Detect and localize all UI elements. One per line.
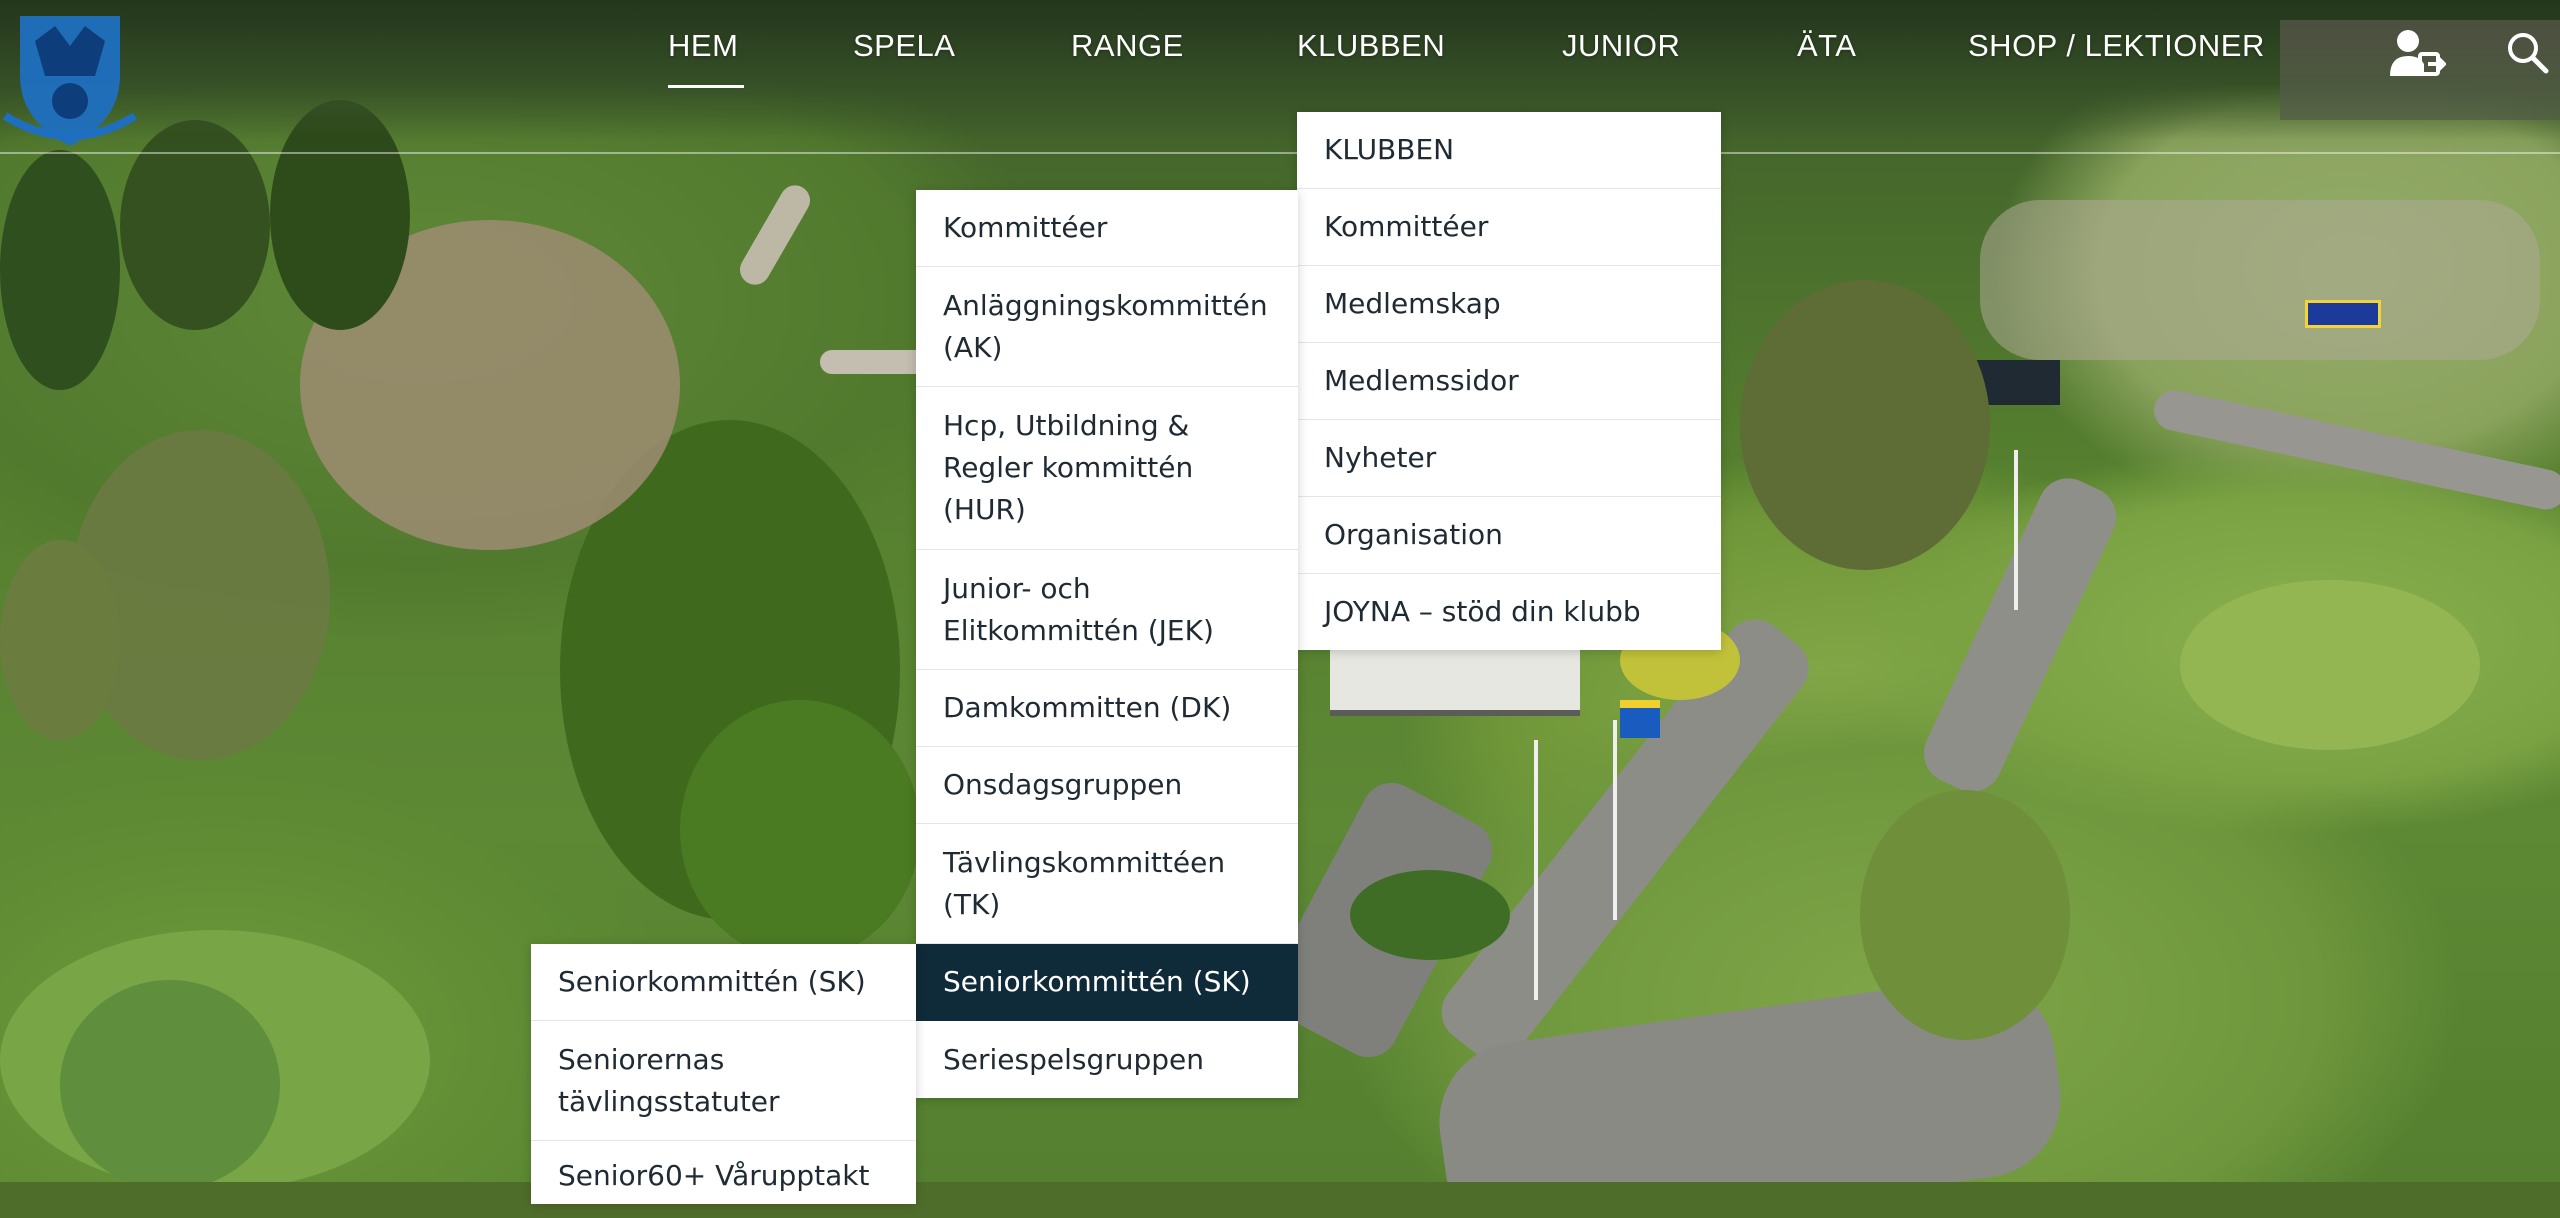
senior-submenu: Seniorkommittén (SK) Seniorernas tävling… bbox=[531, 944, 916, 1204]
nav-klubben[interactable]: KLUBBEN bbox=[1297, 28, 1445, 64]
site-header: HEM SPELA RANGE KLUBBEN JUNIOR ÄTA SHOP … bbox=[0, 0, 2560, 154]
menu-item-nyheter[interactable]: Nyheter bbox=[1297, 420, 1721, 497]
tree bbox=[1860, 790, 2070, 1040]
user-login-icon[interactable] bbox=[2390, 28, 2447, 82]
menu-item-seniorkommitten-active[interactable]: Seniorkommittén (SK) bbox=[916, 944, 1298, 1021]
kommitteer-submenu: Kommittéer Anläggningskommittén (AK) Hcp… bbox=[916, 190, 1298, 1098]
flag-pole bbox=[1534, 740, 1538, 1000]
flag-pole bbox=[1613, 720, 1617, 920]
range-target-flag bbox=[2305, 300, 2381, 328]
search-icon[interactable] bbox=[2505, 30, 2549, 78]
nav-hem[interactable]: HEM bbox=[668, 28, 738, 64]
club-crest-logo[interactable] bbox=[0, 6, 140, 151]
menu-item-onsdagsgruppen[interactable]: Onsdagsgruppen bbox=[916, 747, 1298, 824]
menu-item-seniorkommitten[interactable]: Seniorkommittén (SK) bbox=[531, 944, 916, 1021]
tree bbox=[0, 150, 120, 390]
menu-item-kommitteer[interactable]: Kommittéer bbox=[916, 190, 1298, 267]
menu-item-klubben[interactable]: KLUBBEN bbox=[1297, 112, 1721, 189]
menu-item-medlemskap[interactable]: Medlemskap bbox=[1297, 266, 1721, 343]
menu-item-joyna[interactable]: JOYNA – stöd din klubb bbox=[1297, 574, 1721, 650]
menu-item-organisation[interactable]: Organisation bbox=[1297, 497, 1721, 574]
putting-green bbox=[2180, 580, 2480, 750]
menu-item-jek[interactable]: Junior- och Elitkommittén (JEK) bbox=[916, 550, 1298, 670]
menu-item-hur-kommitten[interactable]: Hcp, Utbildning & Regler kommittén (HUR) bbox=[916, 387, 1298, 550]
swedish-flag bbox=[1620, 700, 1660, 738]
cart-path bbox=[2150, 386, 2560, 514]
menu-item-damkommitten[interactable]: Damkommitten (DK) bbox=[916, 670, 1298, 747]
klubben-dropdown-menu: KLUBBEN Kommittéer Medlemskap Medlemssid… bbox=[1297, 112, 1721, 650]
menu-item-anlaggningskommitten[interactable]: Anläggningskommittén (AK) bbox=[916, 267, 1298, 387]
nav-spela[interactable]: SPELA bbox=[853, 28, 955, 64]
clubhouse-building bbox=[1330, 650, 1580, 716]
tree bbox=[1740, 280, 1990, 570]
tree bbox=[680, 700, 920, 960]
menu-item-seniorernas-tavlingsstatuter[interactable]: Seniorernas tävlingsstatuter bbox=[531, 1021, 916, 1141]
menu-item-senior60-varupptakt[interactable]: Senior60+ Vårupptakt bbox=[531, 1141, 916, 1218]
menu-item-seriespelsgruppen[interactable]: Seriespelsgruppen bbox=[916, 1021, 1298, 1098]
menu-item-medlemssidor[interactable]: Medlemssidor bbox=[1297, 343, 1721, 420]
driving-range-area bbox=[1980, 200, 2540, 360]
nav-junior[interactable]: JUNIOR bbox=[1562, 28, 1680, 64]
cart-path bbox=[734, 179, 816, 291]
nav-range[interactable]: RANGE bbox=[1071, 28, 1184, 64]
menu-item-kommitteer[interactable]: Kommittéer bbox=[1297, 189, 1721, 266]
nav-ata[interactable]: ÄTA bbox=[1797, 28, 1857, 64]
shrubs bbox=[1350, 870, 1510, 960]
tree bbox=[60, 980, 280, 1182]
tree bbox=[0, 540, 120, 740]
menu-item-tavlingskommitteen[interactable]: Tävlingskommittéen (TK) bbox=[916, 824, 1298, 944]
header-divider bbox=[0, 152, 2560, 154]
flag-pole bbox=[2014, 450, 2018, 610]
nav-active-underline bbox=[668, 85, 744, 88]
nav-shop-lektioner[interactable]: SHOP / LEKTIONER bbox=[1968, 28, 2265, 64]
